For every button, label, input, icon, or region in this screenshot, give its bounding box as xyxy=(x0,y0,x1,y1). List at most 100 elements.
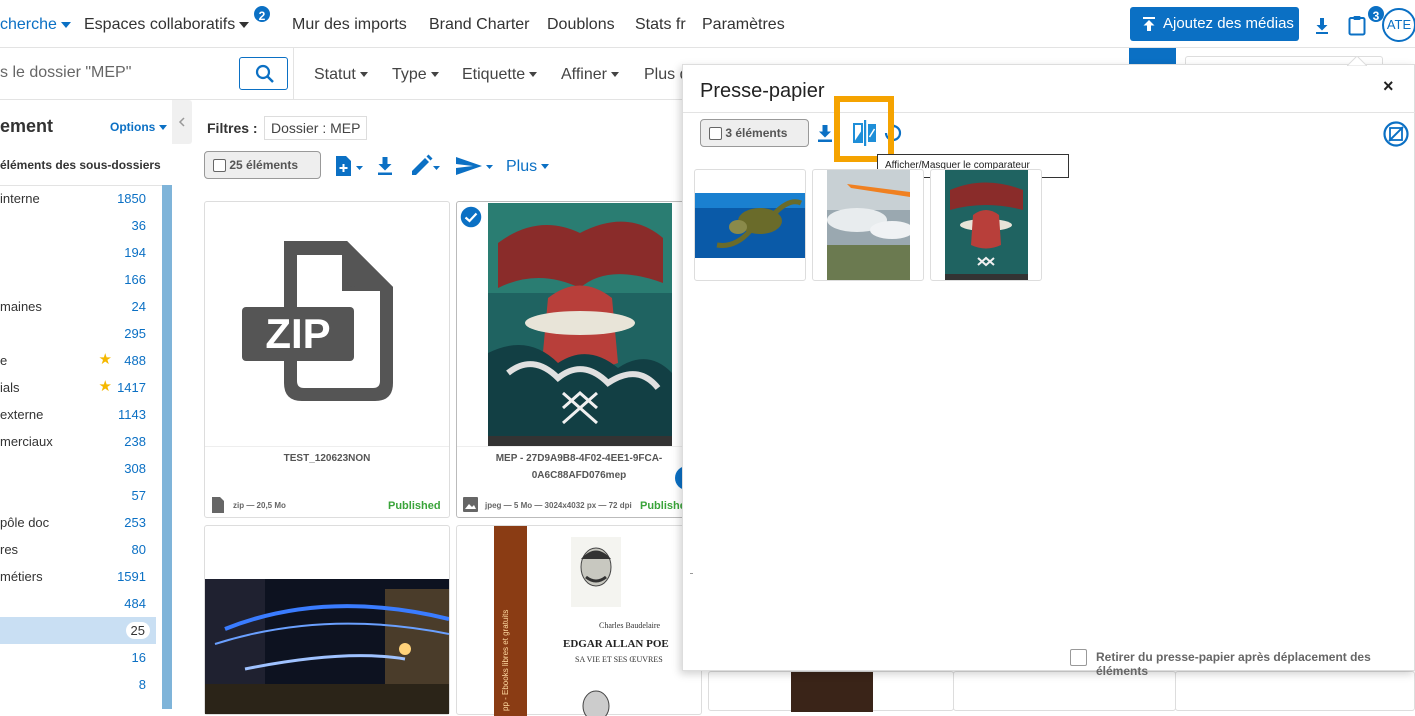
folder-label: res xyxy=(0,542,19,557)
nav-mur-des-imports[interactable]: Mur des imports xyxy=(292,16,407,34)
close-icon[interactable]: × xyxy=(1383,76,1394,97)
status-badge: Publishe xyxy=(640,500,686,512)
nav-doublons[interactable]: Doublons xyxy=(547,16,615,34)
clipboard-icon[interactable] xyxy=(1348,15,1366,36)
sidebar-folder-item[interactable]: maines 24 xyxy=(0,293,156,320)
view-toggle[interactable] xyxy=(1129,48,1176,64)
folder-count: 1143 xyxy=(118,407,146,422)
select-all-toggle[interactable]: 3 éléments xyxy=(700,119,809,147)
nav-espaces-label: Espaces collaboratifs xyxy=(84,16,236,33)
select-all-checkbox[interactable] xyxy=(709,127,722,141)
clipboard-item[interactable] xyxy=(694,169,806,281)
retirer-checkbox[interactable] xyxy=(1070,649,1087,667)
chevron-down-icon xyxy=(541,164,550,170)
clipboard-item[interactable] xyxy=(930,169,1042,281)
folder-label: métiers xyxy=(0,569,43,584)
chevron-down-icon xyxy=(239,21,250,28)
retirer-checkbox-wrapper[interactable] xyxy=(1070,649,1087,667)
folder-count: 57 xyxy=(131,488,146,503)
filter-type[interactable]: Type xyxy=(392,66,439,84)
folder-count: 194 xyxy=(124,245,146,260)
sidebar-folder-item[interactable]: 25 xyxy=(0,617,156,644)
star-icon[interactable]: ★ xyxy=(99,350,112,368)
download-icon[interactable] xyxy=(1314,17,1330,35)
plus-actions-button[interactable]: Plus xyxy=(506,158,550,176)
select-all-toggle[interactable]: 25 éléments xyxy=(204,151,321,179)
asset-card[interactable]: pp - Ebooks libres et gratuits Charles B… xyxy=(456,525,702,716)
star-icon[interactable]: ★ xyxy=(99,377,112,395)
filter-statut-label: Statut xyxy=(314,66,356,83)
filter-affiner-label: Affiner xyxy=(561,66,607,83)
nav-recherche[interactable]: cherche xyxy=(0,16,71,34)
sidebar-folder-item[interactable]: 166 xyxy=(0,266,156,293)
chevron-down-icon xyxy=(430,72,439,78)
sidebar-folder-item[interactable]: 8 xyxy=(0,671,156,698)
sidebar-folder-item[interactable]: merciaux 238 xyxy=(0,428,156,455)
sidebar-folder-item[interactable]: e ★ 488 xyxy=(0,347,156,374)
search-input[interactable] xyxy=(0,58,235,88)
nav-brand-charter[interactable]: Brand Charter xyxy=(429,16,530,34)
folder-label: ials xyxy=(0,380,20,395)
nav-parametres[interactable]: Paramètres xyxy=(702,16,785,34)
sidebar-folder-item[interactable]: 16 xyxy=(0,644,156,671)
marker xyxy=(690,573,693,574)
asset-card[interactable] xyxy=(204,525,450,715)
count-label: 3 éléments xyxy=(725,126,788,140)
divider xyxy=(293,48,294,100)
filter-chip-dossier[interactable]: Dossier : MEP xyxy=(264,116,368,140)
sidebar: ement Options éléments des sous-dossiers… xyxy=(0,100,172,709)
collapse-sidebar-button[interactable] xyxy=(172,100,192,144)
asset-card-selected[interactable]: MEP - 27D9A9B8-4F02-4EE1-9FCA-0A6C88AFD0… xyxy=(456,201,702,518)
sidebar-scrollbar[interactable] xyxy=(162,185,172,709)
download-icon[interactable] xyxy=(376,156,394,176)
sidebar-folder-item[interactable]: ials ★ 1417 xyxy=(0,374,156,401)
sidebar-folder-item[interactable]: externe 1143 xyxy=(0,401,156,428)
edit-pencil-icon[interactable] xyxy=(410,154,440,178)
sidebar-folder-item[interactable]: pôle doc 253 xyxy=(0,509,156,536)
book-spine xyxy=(494,526,527,716)
search-button[interactable] xyxy=(239,57,288,90)
retirer-label: Retirer du presse-papier après déplaceme… xyxy=(1096,650,1371,678)
asset-name: TEST_120623NON xyxy=(283,453,371,464)
selected-check-icon[interactable] xyxy=(459,205,483,229)
sidebar-folder-item[interactable]: 295 xyxy=(0,320,156,347)
nav-stats[interactable]: Stats fr xyxy=(635,16,686,34)
plus-actions-label: Plus xyxy=(506,158,538,175)
clipboard-item[interactable] xyxy=(812,169,924,281)
sidebar-folder-item[interactable]: 308 xyxy=(0,455,156,482)
select-all-checkbox[interactable] xyxy=(213,159,226,173)
options-button[interactable]: Options xyxy=(110,120,168,134)
download-icon[interactable] xyxy=(817,124,833,143)
folder-count: 488 xyxy=(124,353,146,368)
asset-card[interactable]: ZIP TEST_120623NON zip — 20,5 Mo Publish… xyxy=(204,201,450,518)
add-file-icon[interactable] xyxy=(334,155,364,177)
filter-statut[interactable]: Statut xyxy=(314,66,368,84)
clipboard-panel: Presse-papier × 3 éléments Afficher/Masq… xyxy=(682,56,1415,678)
nav-espaces-collaboratifs[interactable]: Espaces collaboratifs xyxy=(84,16,250,34)
chevron-down-icon xyxy=(529,72,538,78)
filter-affiner[interactable]: Affiner xyxy=(561,66,619,84)
add-media-button[interactable]: Ajoutez des médias xyxy=(1130,7,1299,41)
no-image-icon[interactable] xyxy=(1383,121,1409,147)
book-title: EDGAR ALLAN POE xyxy=(563,638,669,650)
sidebar-folder-item[interactable]: interne 1850 xyxy=(0,185,156,212)
avatar[interactable]: ATE xyxy=(1382,8,1415,42)
folder-label: e xyxy=(0,353,8,368)
upload-icon xyxy=(1143,17,1155,31)
folder-label: interne xyxy=(0,191,40,206)
send-icon[interactable] xyxy=(455,155,495,177)
compare-toggle-icon[interactable] xyxy=(853,120,877,146)
divider xyxy=(683,112,1415,113)
folder-count: 238 xyxy=(124,434,146,449)
sidebar-folder-item[interactable]: res 80 xyxy=(0,536,156,563)
sidebar-folder-item[interactable]: métiers 1591 xyxy=(0,563,156,590)
sidebar-folder-item[interactable]: 194 xyxy=(0,239,156,266)
filter-etiquette[interactable]: Etiquette xyxy=(462,66,538,84)
sidebar-folder-item[interactable]: 484 xyxy=(0,590,156,617)
folder-count: 1850 xyxy=(117,191,146,206)
sidebar-folder-item[interactable]: 57 xyxy=(0,482,156,509)
chevron-down-icon xyxy=(610,72,619,78)
asset-card[interactable] xyxy=(708,671,954,712)
file-icon xyxy=(212,497,224,513)
sidebar-folder-item[interactable]: 36 xyxy=(0,212,156,239)
